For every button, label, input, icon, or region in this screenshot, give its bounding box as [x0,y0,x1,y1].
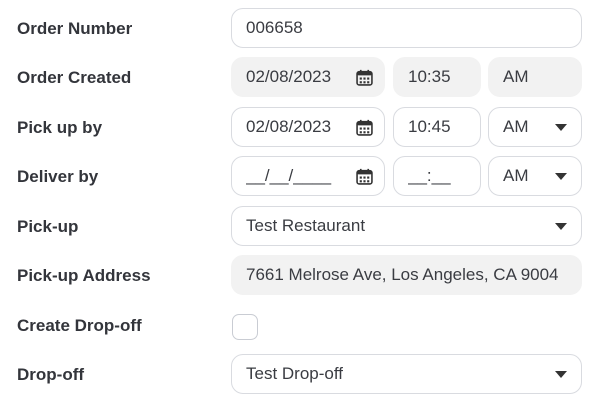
deliver-by-ampm-select[interactable]: AM [488,156,582,196]
order-created-ampm-field: AM [488,57,582,97]
caret-down-icon [555,370,567,378]
pick-up-label: Pick-up [17,217,79,236]
order-created-date-value: 02/08/2023 [246,67,332,86]
order-number-input[interactable]: 006658 [231,8,582,48]
pick-up-value: Test Restaurant [246,216,366,235]
calendar-icon [356,69,373,86]
create-drop-off-row: Create Drop-off [0,305,597,347]
drop-off-select[interactable]: Test Drop-off [231,354,582,394]
pick-up-address-row: Pick-up Address 7661 Melrose Ave, Los An… [0,255,597,297]
drop-off-row: Drop-off Test Drop-off [0,354,597,396]
order-created-ampm-value: AM [503,67,529,86]
create-drop-off-label: Create Drop-off [17,316,142,335]
pick-up-by-time-value: 10:45 [408,117,451,136]
order-created-date-field: 02/08/2023 [231,57,385,97]
order-form: Order Number 006658 Order Created 02/08/… [0,0,597,401]
order-created-time-field: 10:35 [393,57,481,97]
pick-up-by-ampm-value: AM [503,117,529,136]
pick-up-by-row: Pick up by 02/08/2023 10:45 AM [0,107,597,149]
drop-off-label: Drop-off [17,365,85,384]
pick-up-by-date-value: 02/08/2023 [246,117,332,136]
pick-up-by-label: Pick up by [17,118,103,137]
calendar-icon[interactable] [356,168,373,185]
caret-down-icon [555,123,567,131]
order-created-label: Order Created [17,68,132,87]
calendar-icon[interactable] [356,119,373,136]
deliver-by-row: Deliver by __/__/____ __:__ AM [0,156,597,198]
create-drop-off-checkbox[interactable] [232,314,258,340]
pick-up-address-label: Pick-up Address [17,266,151,285]
pick-up-by-time-input[interactable]: 10:45 [393,107,481,147]
pick-up-address-field: 7661 Melrose Ave, Los Angeles, CA 9004 [231,255,582,295]
pick-up-by-ampm-select[interactable]: AM [488,107,582,147]
order-number-value: 006658 [246,18,303,37]
deliver-by-ampm-value: AM [503,166,529,185]
order-created-time-value: 10:35 [408,67,451,86]
caret-down-icon [555,222,567,230]
pick-up-select[interactable]: Test Restaurant [231,206,582,246]
deliver-by-time-value: __:__ [408,166,451,185]
pick-up-by-date-input[interactable]: 02/08/2023 [231,107,385,147]
order-created-row: Order Created 02/08/2023 10:35 AM [0,57,597,99]
deliver-by-date-value: __/__/____ [246,166,332,185]
pick-up-address-value: 7661 Melrose Ave, Los Angeles, CA 9004 [246,265,559,284]
order-number-label: Order Number [17,19,133,38]
drop-off-value: Test Drop-off [246,364,344,383]
order-number-row: Order Number 006658 [0,8,597,50]
pick-up-row: Pick-up Test Restaurant [0,206,597,248]
deliver-by-time-input[interactable]: __:__ [393,156,481,196]
deliver-by-label: Deliver by [17,167,99,186]
caret-down-icon [555,172,567,180]
deliver-by-date-input[interactable]: __/__/____ [231,156,385,196]
